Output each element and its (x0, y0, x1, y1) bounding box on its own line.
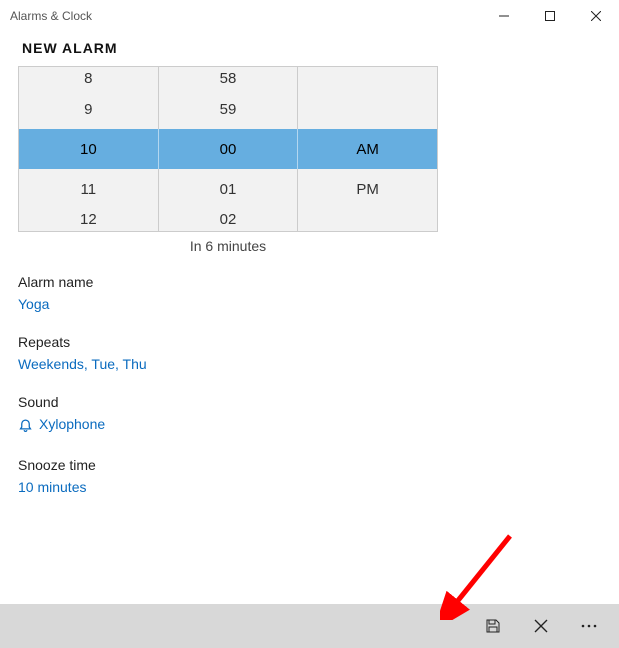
more-button[interactable] (567, 604, 611, 648)
sound-value[interactable]: Xylophone (18, 416, 105, 432)
meridiem-cell[interactable] (298, 209, 437, 231)
sound-label: Sound (18, 394, 601, 410)
picker-row[interactable]: 9 59 (19, 89, 437, 129)
snooze-field: Snooze time 10 minutes (18, 457, 601, 497)
picker-row-selected[interactable]: 10 00 AM (19, 129, 437, 169)
hour-cell[interactable]: 8 (19, 67, 159, 89)
bell-icon (18, 417, 33, 432)
minute-cell[interactable]: 58 (159, 67, 299, 89)
picker-row[interactable]: 11 01 PM (19, 169, 437, 209)
hour-cell[interactable]: 11 (19, 169, 159, 209)
relative-time: In 6 minutes (18, 238, 438, 254)
meridiem-cell[interactable] (298, 67, 437, 89)
picker-row[interactable]: 8 58 (19, 67, 437, 89)
sound-value-text: Xylophone (39, 416, 105, 432)
minute-cell[interactable]: 02 (159, 209, 299, 231)
repeats-label: Repeats (18, 334, 601, 350)
minute-cell[interactable]: 59 (159, 89, 299, 129)
meridiem-cell[interactable]: PM (298, 169, 437, 209)
meridiem-cell[interactable] (298, 89, 437, 129)
hour-cell[interactable]: 10 (19, 129, 159, 169)
hour-cell[interactable]: 9 (19, 89, 159, 129)
time-picker[interactable]: 8 58 9 59 10 00 AM 11 01 PM 12 02 (18, 66, 438, 232)
minute-cell[interactable]: 00 (159, 129, 299, 169)
picker-row[interactable]: 12 02 (19, 209, 437, 231)
snooze-value[interactable]: 10 minutes (18, 479, 86, 495)
maximize-button[interactable] (527, 0, 573, 32)
minimize-button[interactable] (481, 0, 527, 32)
close-window-button[interactable] (573, 0, 619, 32)
page-title: NEW ALARM (22, 40, 601, 56)
repeats-field: Repeats Weekends, Tue, Thu (18, 334, 601, 374)
meridiem-cell[interactable]: AM (298, 129, 437, 169)
snooze-label: Snooze time (18, 457, 601, 473)
alarm-name-value[interactable]: Yoga (18, 296, 49, 312)
hour-cell[interactable]: 12 (19, 209, 159, 231)
window-title: Alarms & Clock (10, 9, 92, 23)
minute-cell[interactable]: 01 (159, 169, 299, 209)
titlebar: Alarms & Clock (0, 0, 619, 32)
alarm-name-field: Alarm name Yoga (18, 274, 601, 314)
cancel-button[interactable] (519, 604, 563, 648)
repeats-value[interactable]: Weekends, Tue, Thu (18, 356, 147, 372)
alarm-name-label: Alarm name (18, 274, 601, 290)
command-bar (0, 604, 619, 648)
sound-field: Sound Xylophone (18, 394, 601, 437)
save-button[interactable] (471, 604, 515, 648)
